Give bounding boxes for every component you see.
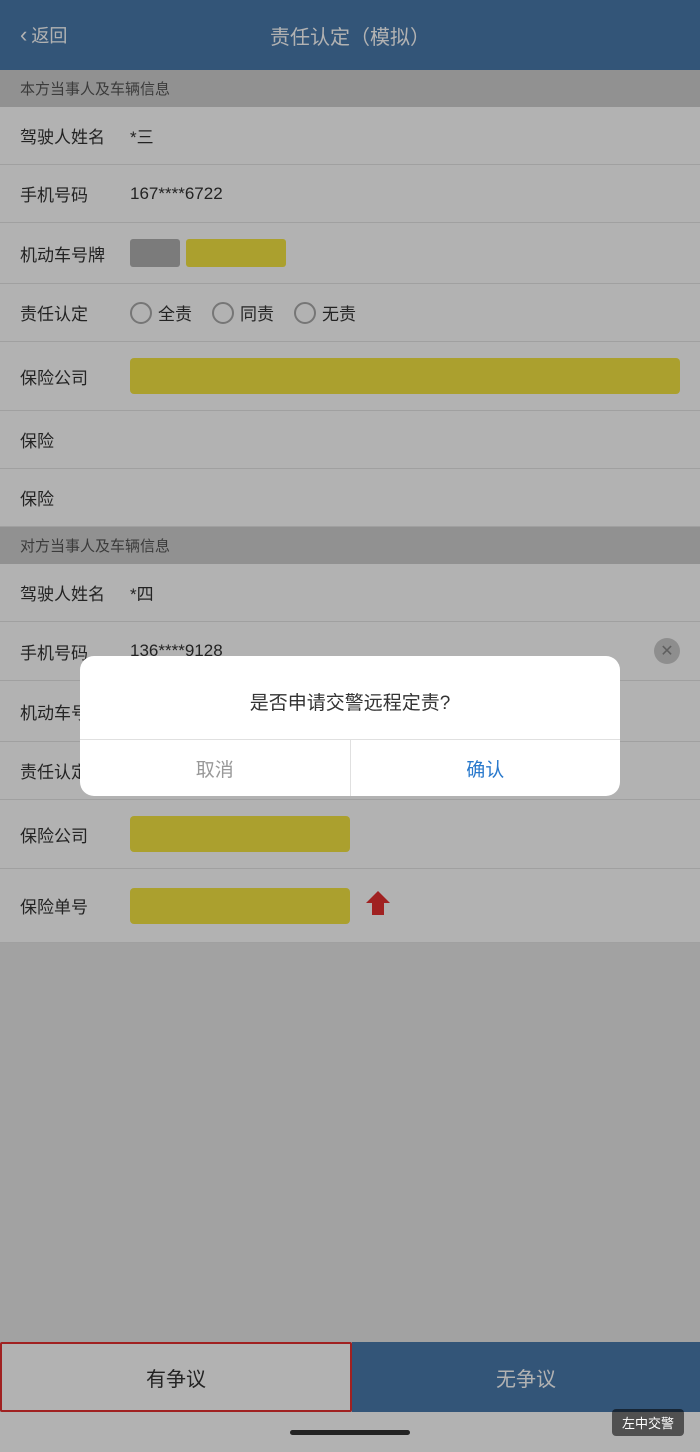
app-container: ‹ 返回 责任认定（模拟） 本方当事人及车辆信息 驾驶人姓名 *三 手机号码 1… — [0, 0, 700, 1452]
modal-cancel-button[interactable]: 取消 — [80, 740, 350, 796]
modal-confirm-label: 确认 — [466, 755, 504, 782]
modal-overlay: 是否申请交警远程定责? 取消 确认 — [0, 0, 700, 1452]
modal-cancel-label: 取消 — [196, 755, 234, 782]
modal-buttons: 取消 确认 — [80, 740, 620, 796]
modal-confirm-button[interactable]: 确认 — [351, 740, 621, 796]
modal-message: 是否申请交警远程定责? — [80, 656, 620, 739]
watermark: 左中交警 — [612, 1409, 684, 1436]
modal-box: 是否申请交警远程定责? 取消 确认 — [80, 656, 620, 796]
